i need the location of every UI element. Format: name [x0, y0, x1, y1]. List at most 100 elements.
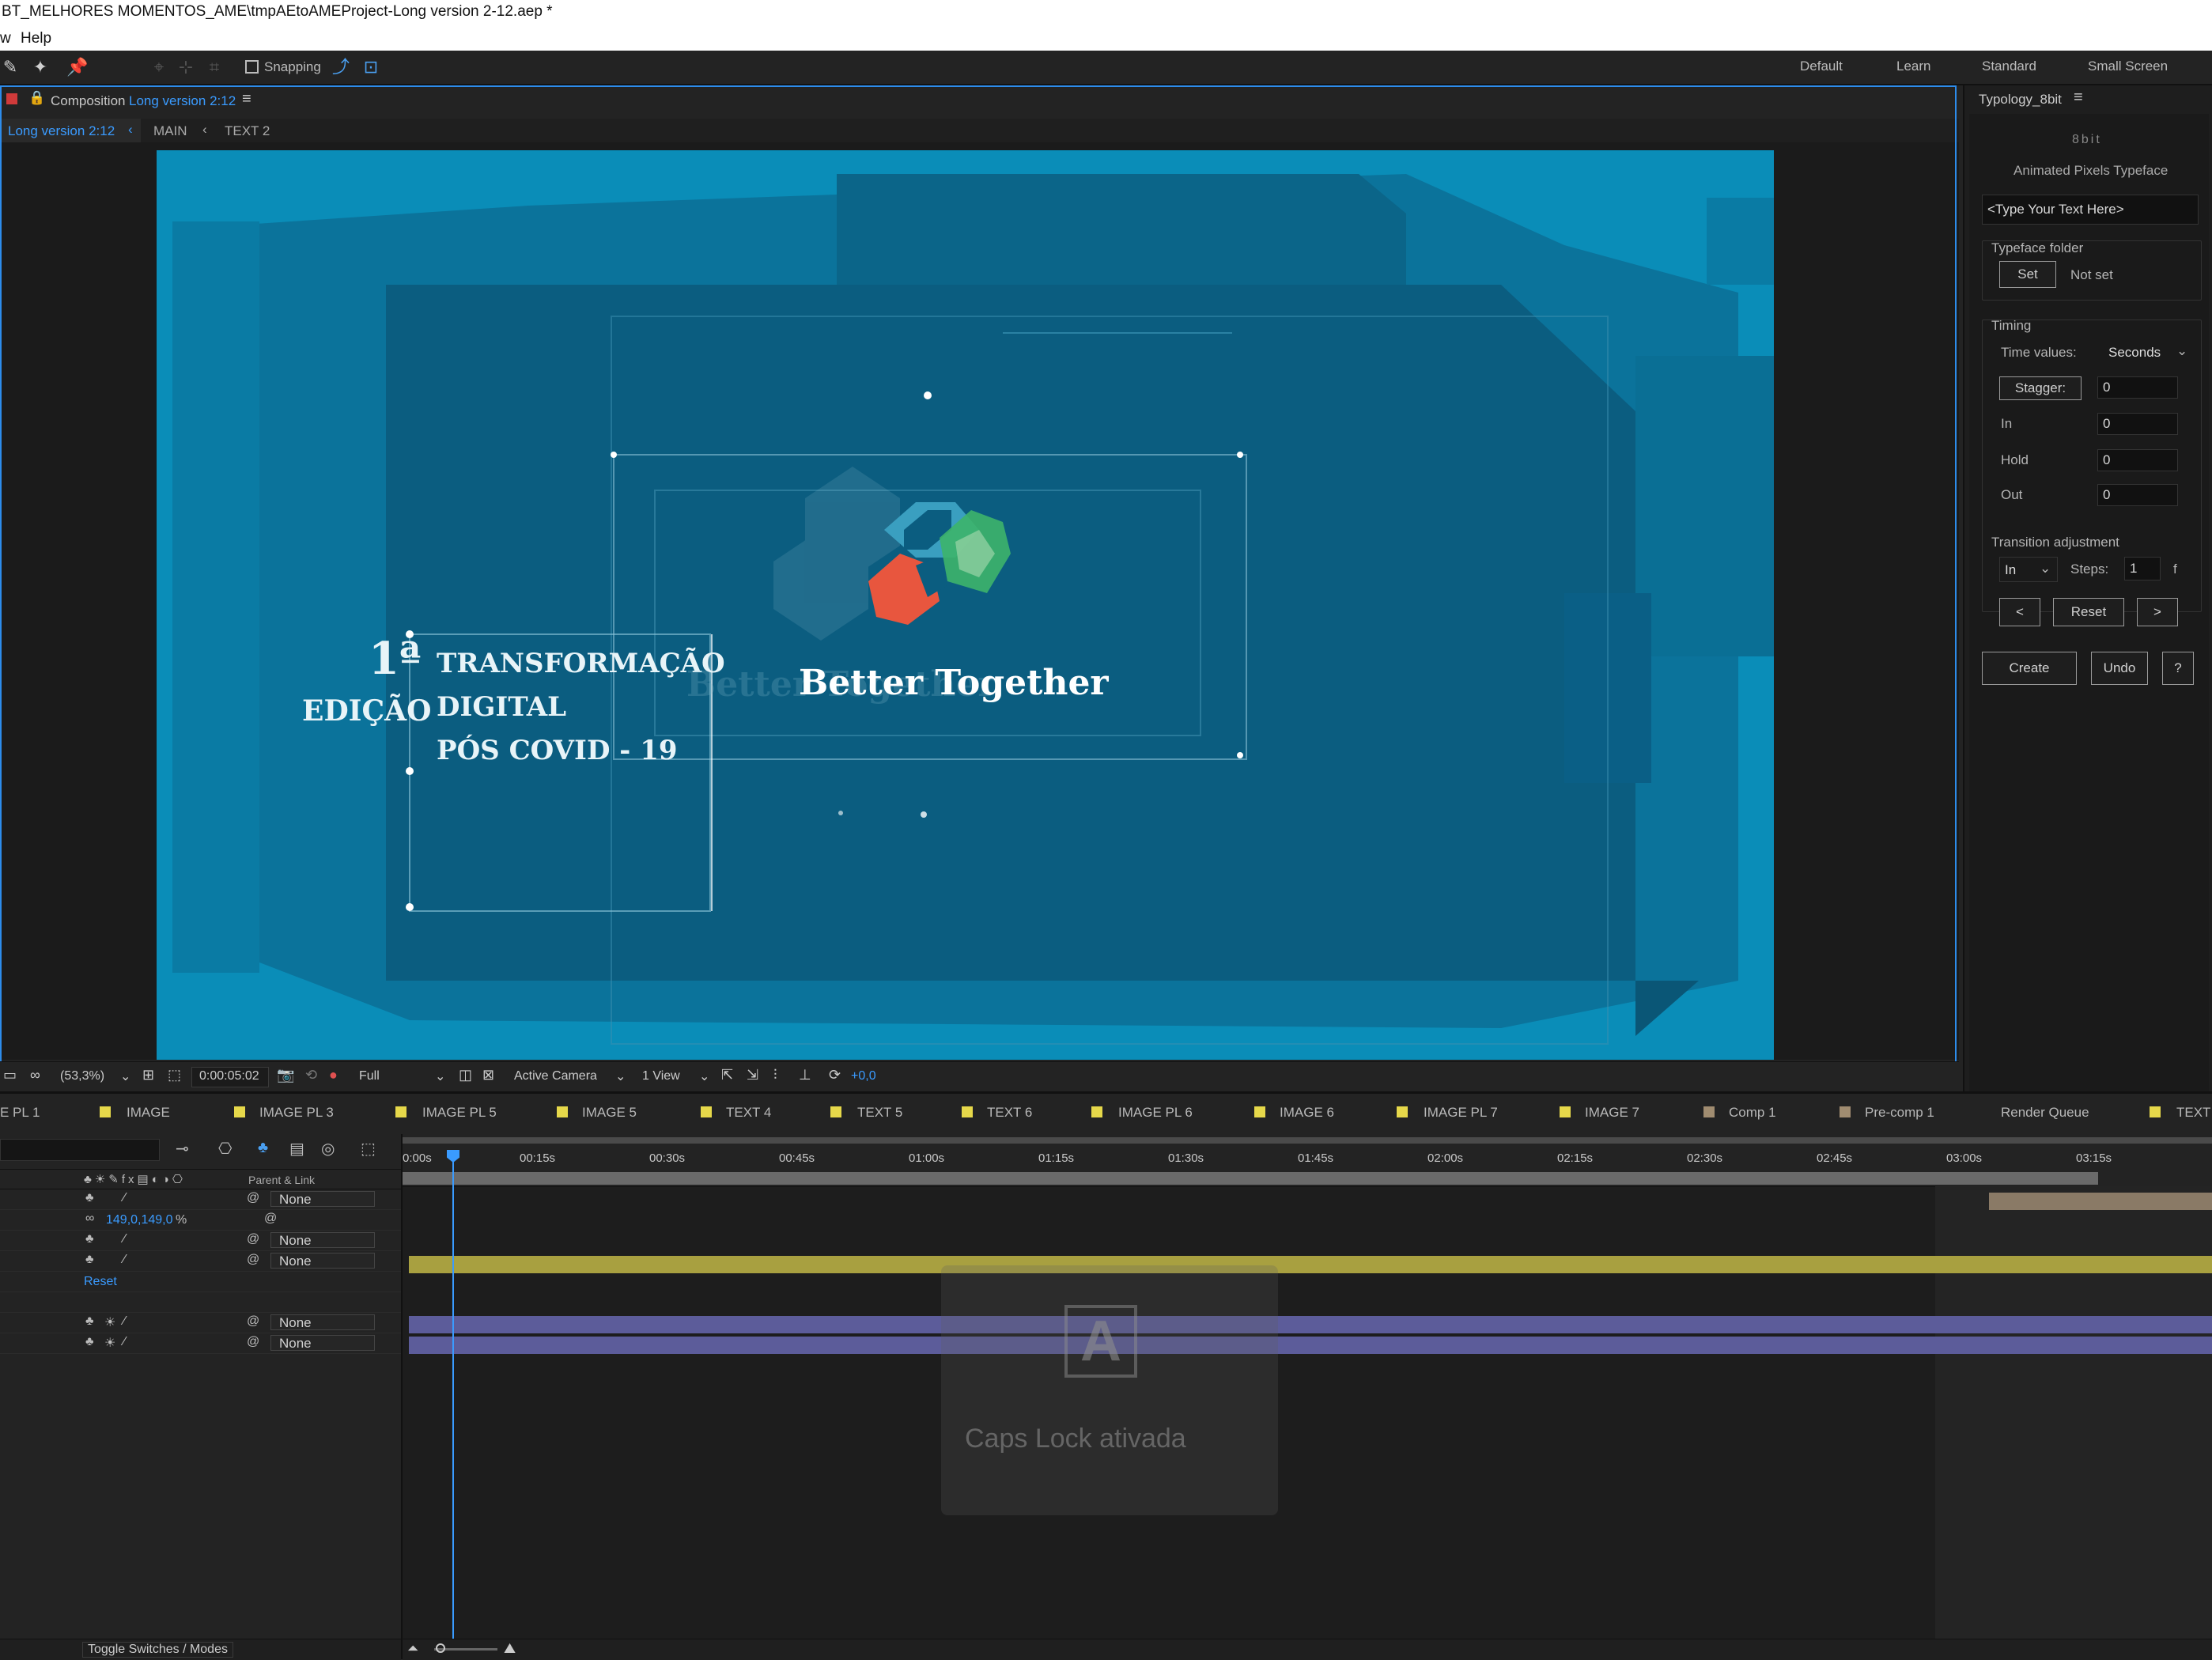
tab-timeline[interactable]: TEXT 6: [987, 1105, 1032, 1121]
shy-switch-icon[interactable]: ♣: [85, 1314, 94, 1329]
chevron-down-icon[interactable]: ⌄: [120, 1068, 130, 1084]
tab-timeline[interactable]: IMAGE 5: [582, 1105, 637, 1121]
pickwhip-icon[interactable]: @: [247, 1232, 259, 1246]
glasses-icon[interactable]: ∞: [30, 1067, 40, 1083]
panel-menu-icon[interactable]: ≡: [242, 90, 251, 108]
previous-button[interactable]: <: [1999, 598, 2040, 626]
snap-features-icon[interactable]: ⊡: [361, 57, 381, 78]
set-folder-button[interactable]: Set: [1999, 261, 2056, 288]
stagger-input[interactable]: 0: [2097, 376, 2178, 399]
out-input[interactable]: 0: [2097, 484, 2178, 506]
time-values-select[interactable]: Seconds: [2108, 345, 2161, 361]
workspace-small-screen[interactable]: Small Screen: [2088, 59, 2168, 74]
resolution-select[interactable]: Full: [359, 1069, 380, 1083]
timeline-icon[interactable]: ⫶: [773, 1067, 777, 1083]
tab-timeline[interactable]: IMAGE PL 5: [422, 1105, 497, 1121]
playhead[interactable]: [452, 1150, 454, 1659]
zoom-out-icon[interactable]: ⏶: [407, 1640, 418, 1657]
breadcrumb-text2[interactable]: TEXT 2: [225, 123, 270, 139]
axis-world-icon[interactable]: ⊹: [176, 57, 196, 78]
layer-bar[interactable]: [1989, 1193, 2212, 1210]
scale-value[interactable]: 149,0,149,0: [106, 1213, 173, 1227]
comp-flowchart-icon[interactable]: ⊸: [176, 1139, 189, 1159]
quality-switch-icon[interactable]: ⁄: [123, 1335, 126, 1349]
layer-bar[interactable]: [409, 1256, 2212, 1273]
tab-timeline[interactable]: IMAGE 6: [1280, 1105, 1334, 1121]
close-panel-icon[interactable]: [6, 93, 17, 104]
frame-blending-icon[interactable]: ▤: [289, 1139, 304, 1159]
help-button[interactable]: ?: [2162, 652, 2194, 685]
quality-switch-icon[interactable]: ⁄: [123, 1191, 126, 1205]
snapping-checkbox[interactable]: [245, 60, 259, 74]
tab-timeline[interactable]: E PL 1: [0, 1105, 40, 1121]
workspace-learn[interactable]: Learn: [1896, 59, 1930, 74]
breadcrumb-main[interactable]: MAIN: [153, 123, 187, 139]
quality-switch-icon[interactable]: ⁄: [123, 1253, 126, 1267]
parent-select[interactable]: None: [270, 1314, 375, 1330]
type-text-input[interactable]: <Type Your Text Here>: [1982, 195, 2199, 225]
fast-previews-icon[interactable]: ⇲: [747, 1067, 758, 1083]
tab-timeline[interactable]: IMAGE: [127, 1105, 170, 1121]
flowchart-icon[interactable]: ⊥: [799, 1067, 811, 1083]
workspace-default[interactable]: Default: [1800, 59, 1843, 74]
tab-timeline[interactable]: TEXT 4: [726, 1105, 771, 1121]
work-area-bar[interactable]: [403, 1137, 2212, 1144]
tab-timeline[interactable]: IMAGE PL 7: [1424, 1105, 1498, 1121]
layer-row[interactable]: ♣ ⁄ @ None: [0, 1231, 401, 1251]
tab-timeline[interactable]: Pre-comp 1: [1865, 1105, 1934, 1121]
parent-select[interactable]: None: [270, 1335, 375, 1351]
layer-search-input[interactable]: [0, 1139, 160, 1161]
property-row-effect[interactable]: Reset: [0, 1272, 401, 1292]
reset-button[interactable]: Reset: [2053, 598, 2124, 626]
layer-bar[interactable]: [409, 1316, 2212, 1333]
layer-row[interactable]: ♣ ☀ ⁄ @ None: [0, 1313, 401, 1333]
toggle-pixel-aspect-icon[interactable]: ⇱: [721, 1067, 733, 1083]
chevron-down-icon[interactable]: ⌄: [2176, 343, 2187, 359]
hold-input[interactable]: 0: [2097, 449, 2178, 471]
camera-snapshot-icon[interactable]: 📷: [277, 1067, 294, 1083]
color-channels-icon[interactable]: ●: [329, 1067, 338, 1083]
exposure-value[interactable]: +0,0: [851, 1069, 876, 1083]
pickwhip-icon[interactable]: @: [247, 1314, 259, 1329]
steps-input[interactable]: 1: [2124, 557, 2161, 580]
time-navigator[interactable]: [403, 1172, 2098, 1185]
draft-3d-icon[interactable]: ⎔: [218, 1139, 232, 1159]
shy-switch-icon[interactable]: ♣: [85, 1335, 94, 1349]
undo-button[interactable]: Undo: [2091, 652, 2148, 685]
pen-tool-icon[interactable]: ✎: [0, 57, 21, 78]
workspace-standard[interactable]: Standard: [1982, 59, 2036, 74]
next-button[interactable]: >: [2137, 598, 2178, 626]
collapse-switch-icon[interactable]: ☀: [104, 1314, 115, 1330]
quality-switch-icon[interactable]: ⁄: [123, 1232, 126, 1246]
tab-timeline[interactable]: TEXT 2: [2176, 1105, 2212, 1121]
axis-view-icon[interactable]: ⌗: [204, 57, 225, 78]
timeline-graph[interactable]: 0:00s 00:15s 00:30s 00:45s 01:00s 01:15s…: [403, 1134, 2212, 1660]
zoom-in-icon[interactable]: ⛰: [504, 1640, 516, 1657]
menu-item-help[interactable]: Help: [21, 30, 51, 47]
motion-blur-icon[interactable]: ◎: [321, 1139, 335, 1159]
parent-select[interactable]: None: [270, 1191, 375, 1207]
pickwhip-icon[interactable]: @: [247, 1191, 259, 1205]
in-input[interactable]: 0: [2097, 413, 2178, 435]
parent-select[interactable]: None: [270, 1232, 375, 1248]
tab-timeline[interactable]: Comp 1: [1729, 1105, 1776, 1121]
collapse-switch-icon[interactable]: ☀: [104, 1335, 115, 1351]
toggle-switches-modes[interactable]: Toggle Switches / Modes: [82, 1642, 233, 1658]
layer-row[interactable]: ♣ ⁄ @ None: [0, 1251, 401, 1272]
shy-switch-icon[interactable]: ♣: [85, 1232, 94, 1246]
shy-layers-icon[interactable]: ♣: [258, 1139, 268, 1157]
layer-bar[interactable]: [409, 1337, 2212, 1354]
pin-tool-icon[interactable]: 📌: [66, 57, 88, 78]
snap-edges-icon[interactable]: ⤴: [331, 57, 351, 78]
puppet-tool-icon[interactable]: ✦: [30, 57, 51, 78]
direction-select[interactable]: In ⌄: [1999, 557, 2058, 582]
reset-exposure-icon[interactable]: ⟳: [829, 1067, 841, 1083]
axis-local-icon[interactable]: ⌖: [149, 57, 169, 78]
pickwhip-icon[interactable]: @: [247, 1253, 259, 1267]
layer-row[interactable]: ♣ ⁄ @ None: [0, 1189, 401, 1210]
pickwhip-icon[interactable]: @: [247, 1335, 259, 1349]
lock-icon[interactable]: 🔒: [28, 90, 45, 106]
target-region-icon[interactable]: ◫: [459, 1067, 472, 1083]
zoom-slider-handle-icon[interactable]: [436, 1643, 445, 1653]
view-layout-select[interactable]: 1 View: [642, 1069, 680, 1083]
